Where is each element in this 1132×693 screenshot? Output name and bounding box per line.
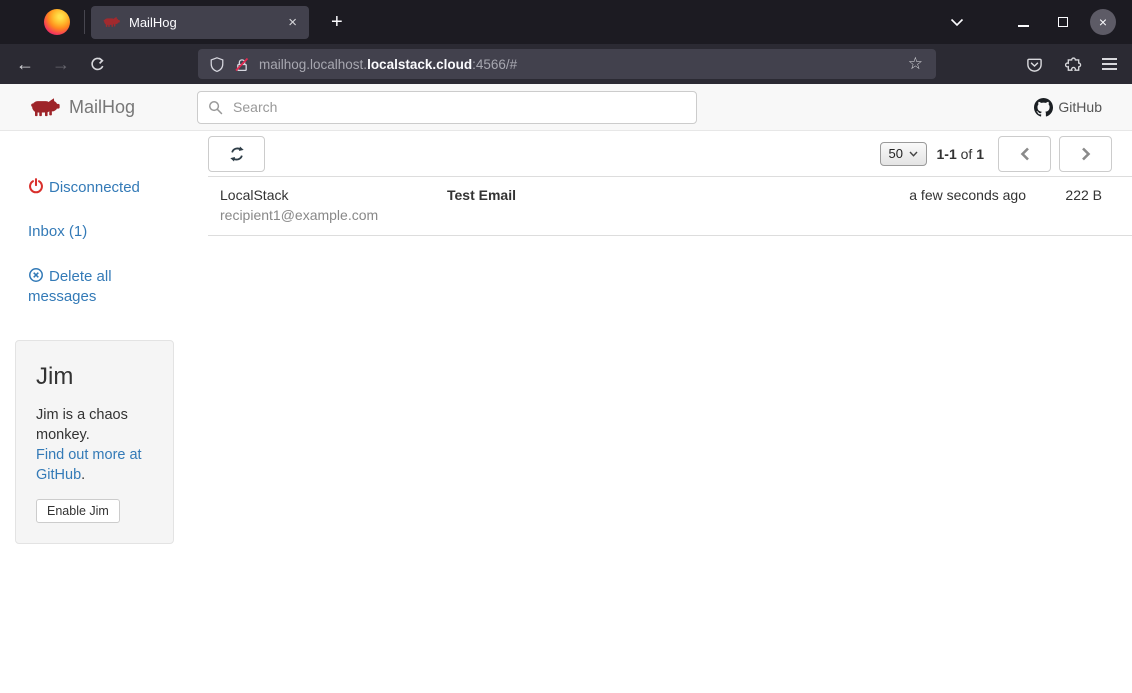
next-page-button[interactable] <box>1059 136 1112 172</box>
insecure-lock-icon[interactable] <box>234 56 250 73</box>
message-size: 222 B <box>1026 185 1112 225</box>
list-toolbar: 50 1-1 of 1 <box>208 131 1132 177</box>
select-chevron-down-icon <box>909 151 918 157</box>
sidebar-item-delete-all[interactable]: Delete all messages <box>28 267 148 307</box>
reload-button[interactable] <box>82 50 112 78</box>
github-icon <box>1034 98 1053 117</box>
message-time: a few seconds ago <box>909 185 1026 225</box>
search-input[interactable] <box>231 98 686 116</box>
mailhog-brand[interactable]: MailHog <box>30 97 135 118</box>
url-bar[interactable]: mailhog.localhost.localstack.cloud:4566/… <box>198 49 936 79</box>
tab-separator <box>84 10 85 34</box>
status-label: Disconnected <box>49 179 140 196</box>
browser-nav-bar: ← → mailhog.localhost.localstack.cloud:4… <box>0 44 1132 84</box>
jim-description: Jim is a chaos monkey. <box>36 407 128 443</box>
firefox-icon[interactable] <box>44 9 70 35</box>
page-size-value: 50 <box>889 146 903 161</box>
tab-list-chevron-down-icon[interactable] <box>944 9 970 35</box>
url-suffix: :4566/# <box>472 57 517 72</box>
jim-github-link[interactable]: Find out more at GitHub <box>36 447 142 483</box>
power-icon <box>28 178 44 194</box>
mailhog-header: MailHog GitHub <box>0 84 1132 131</box>
inbox-label: Inbox (1) <box>28 223 87 240</box>
prev-page-button[interactable] <box>998 136 1051 172</box>
pagination: 50 1-1 of 1 <box>880 136 1113 172</box>
github-link[interactable]: GitHub <box>1034 98 1102 117</box>
refresh-button[interactable] <box>208 136 265 172</box>
enable-jim-button[interactable]: Enable Jim <box>36 499 120 523</box>
url-domain: localstack.cloud <box>367 57 472 72</box>
page-content: Disconnected Inbox (1) Delete all messag… <box>0 131 1132 693</box>
maximize-button[interactable] <box>1050 9 1076 35</box>
sidebar: Disconnected Inbox (1) Delete all messag… <box>0 131 190 693</box>
shield-icon[interactable] <box>209 56 225 73</box>
extensions-puzzle-icon[interactable] <box>1058 50 1088 78</box>
delete-circle-x-icon <box>28 267 44 283</box>
nav-right-icons <box>1019 50 1122 78</box>
new-tab-button[interactable]: + <box>323 11 351 34</box>
mailhog-pig-logo <box>30 97 60 118</box>
page-size-select[interactable]: 50 <box>880 142 927 166</box>
count-of: of <box>961 146 973 162</box>
url-text[interactable]: mailhog.localhost.localstack.cloud:4566/… <box>259 57 897 72</box>
refresh-icon <box>228 145 246 163</box>
window-controls: × <box>944 9 1116 35</box>
brand-name: MailHog <box>69 97 135 118</box>
mailhog-favicon <box>103 16 120 28</box>
tab-title: MailHog <box>129 15 276 30</box>
chevron-right-icon <box>1081 147 1091 161</box>
count-total: 1 <box>976 146 984 162</box>
search-icon <box>208 100 223 115</box>
jim-link-period: . <box>81 467 85 483</box>
bookmark-star-icon[interactable]: ☆ <box>906 54 925 74</box>
github-label: GitHub <box>1058 99 1102 115</box>
count-range: 1-1 <box>937 146 957 162</box>
jim-panel: Jim Jim is a chaos monkey. Find out more… <box>15 340 174 544</box>
sidebar-item-inbox[interactable]: Inbox (1) <box>28 223 190 240</box>
message-list-pane: 50 1-1 of 1 LocalStack recipient1@exampl… <box>190 131 1132 693</box>
message-from: LocalStack recipient1@example.com <box>220 185 447 225</box>
browser-tab-bar: MailHog × + × <box>0 0 1132 44</box>
message-row[interactable]: LocalStack recipient1@example.com Test E… <box>208 177 1132 236</box>
minimize-button[interactable] <box>1010 9 1036 35</box>
message-from-name: LocalStack <box>220 185 447 205</box>
url-prefix: mailhog.localhost. <box>259 57 367 72</box>
tab-close-icon[interactable]: × <box>285 14 300 31</box>
menu-hamburger-icon[interactable] <box>1097 53 1122 74</box>
tab-mailhog[interactable]: MailHog × <box>91 6 309 39</box>
message-recipient: recipient1@example.com <box>220 205 447 225</box>
back-button[interactable]: ← <box>10 50 40 78</box>
window-close-button[interactable]: × <box>1090 9 1116 35</box>
jim-title: Jim <box>36 363 153 391</box>
chevron-left-icon <box>1020 147 1030 161</box>
result-count: 1-1 of 1 <box>937 146 985 162</box>
forward-button: → <box>46 50 76 78</box>
pocket-icon[interactable] <box>1019 50 1049 78</box>
message-subject: Test Email <box>447 185 909 225</box>
connection-status-link[interactable]: Disconnected <box>28 178 190 196</box>
search-box <box>197 91 697 124</box>
